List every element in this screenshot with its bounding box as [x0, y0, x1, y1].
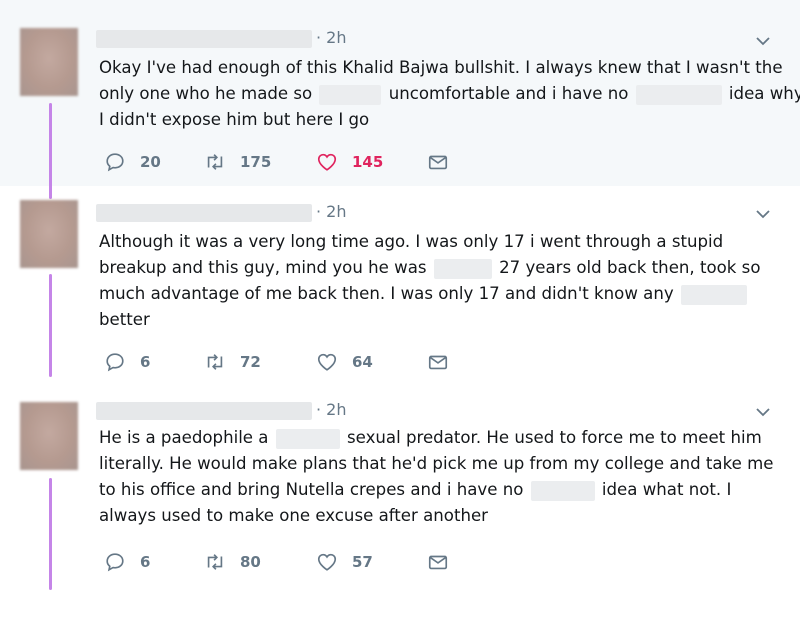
reply-icon — [106, 553, 124, 572]
retweet-count: 72 — [240, 353, 261, 371]
retweet-button[interactable]: 72 — [204, 350, 261, 374]
tweet-text-line: much advantage of me back then. I was on… — [99, 281, 789, 307]
tweet[interactable]: · 2h He is a paedophile a sexual predato… — [0, 386, 800, 620]
retweet-count: 175 — [240, 153, 272, 171]
tweet[interactable]: · 2h Although it was a very long time ag… — [0, 186, 800, 386]
tweet-actions: 6 72 64 — [104, 350, 464, 374]
tweet-text-segment: I didn't expose him but here I go — [99, 110, 370, 129]
tweet-actions: 20 175 145 — [104, 150, 464, 174]
tweet-text-segment: always used to make one excuse after ano… — [99, 506, 488, 525]
tweet-text-segment: literally. He would make plans that he'd… — [99, 454, 774, 473]
like-icon — [317, 353, 337, 371]
tweet-text-segment: He is a paedophile a — [99, 428, 274, 447]
tweet-text-segment: Okay I've had enough of this Khalid Bajw… — [99, 58, 783, 77]
tweet-text-segment: uncomfortable and i have no — [383, 84, 634, 103]
reply-icon — [106, 153, 124, 172]
tweet-text-line: better — [99, 307, 789, 333]
tweet-text-segment: better — [99, 310, 150, 329]
redacted-word — [530, 480, 595, 501]
redacted-word — [635, 84, 722, 105]
tweet-text-segment: much advantage of me back then. I was on… — [99, 284, 679, 303]
tweet-text-segment: idea why — [723, 84, 800, 103]
avatar[interactable] — [20, 402, 78, 470]
tweet-time[interactable]: · 2h — [316, 202, 347, 221]
redacted-word — [275, 428, 340, 449]
tweet-time[interactable]: · 2h — [316, 400, 347, 419]
tweet-text-line: I didn't expose him but here I go — [99, 107, 789, 133]
avatar[interactable] — [20, 28, 78, 96]
tweet-text: Okay I've had enough of this Khalid Bajw… — [99, 55, 800, 133]
like-icon — [317, 153, 337, 171]
tweet-actions: 6 80 57 — [104, 550, 464, 574]
tweet-text-segment: sexual predator. He used to force me to … — [341, 428, 762, 447]
reply-count: 6 — [140, 353, 151, 371]
reply-button[interactable]: 6 — [104, 550, 150, 574]
retweet-icon — [207, 354, 223, 370]
redacted-word — [319, 84, 382, 105]
tweet-text-segment: breakup and this guy, mind you he was — [99, 258, 432, 277]
tweet-text: He is a paedophile a sexual predator. He… — [99, 425, 789, 529]
tweet-text: Although it was a very long time ago. I … — [99, 229, 789, 333]
direct-message-button[interactable] — [427, 150, 449, 174]
tweet-text-line: always used to make one excuse after ano… — [99, 503, 789, 529]
redacted-word — [433, 258, 492, 279]
retweet-icon — [207, 554, 223, 570]
like-count: 145 — [352, 153, 384, 171]
chevron-down-icon[interactable] — [755, 404, 771, 420]
tweet-text-segment: only one who he made so — [99, 84, 318, 103]
tweet-text-line: Although it was a very long time ago. I … — [99, 229, 789, 255]
thread-line — [49, 478, 52, 590]
thread-line — [49, 274, 52, 377]
thread-line — [49, 103, 52, 199]
redacted-username — [96, 30, 312, 48]
tweet-text-segment: idea what not. I — [596, 480, 732, 499]
tweet-text-line: literally. He would make plans that he'd… — [99, 451, 789, 477]
tweet-text-segment: to his office and bring Nutella crepes a… — [99, 480, 529, 499]
redacted-username — [96, 204, 312, 222]
tweet-text-line: He is a paedophile a sexual predator. He… — [99, 425, 789, 451]
chevron-down-icon[interactable] — [755, 33, 771, 49]
tweet-text-line: breakup and this guy, mind you he was 27… — [99, 255, 789, 281]
chevron-down-icon[interactable] — [755, 206, 771, 222]
like-button[interactable]: 145 — [316, 150, 383, 174]
retweet-count: 80 — [240, 553, 261, 571]
tweet-time[interactable]: · 2h — [316, 28, 347, 47]
reply-button[interactable]: 20 — [104, 150, 161, 174]
tweet[interactable]: · 2h Okay I've had enough of this Khalid… — [0, 0, 800, 199]
like-icon — [317, 553, 337, 571]
direct-message-icon — [428, 355, 448, 370]
tweet-text-line: only one who he made so uncomfortable an… — [99, 81, 800, 107]
like-count: 64 — [352, 353, 373, 371]
direct-message-icon — [428, 155, 448, 170]
retweet-button[interactable]: 80 — [204, 550, 261, 574]
tweet-text-segment: 27 years old back then, took so — [493, 258, 761, 277]
tweet-text-segment: Although it was a very long time ago. I … — [99, 232, 724, 251]
direct-message-button[interactable] — [427, 350, 449, 374]
redacted-word — [680, 284, 747, 305]
retweet-button[interactable]: 175 — [204, 150, 271, 174]
tweet-text-line: Okay I've had enough of this Khalid Bajw… — [99, 55, 789, 81]
avatar[interactable] — [20, 200, 78, 268]
reply-count: 20 — [140, 153, 161, 171]
redacted-username — [96, 402, 312, 420]
retweet-icon — [207, 154, 223, 170]
tweet-text-line: to his office and bring Nutella crepes a… — [99, 477, 789, 503]
reply-button[interactable]: 6 — [104, 350, 150, 374]
like-button[interactable]: 57 — [316, 550, 373, 574]
direct-message-icon — [428, 555, 448, 570]
like-count: 57 — [352, 553, 373, 571]
direct-message-button[interactable] — [427, 550, 449, 574]
like-button[interactable]: 64 — [316, 350, 373, 374]
reply-count: 6 — [140, 553, 151, 571]
reply-icon — [106, 353, 124, 372]
